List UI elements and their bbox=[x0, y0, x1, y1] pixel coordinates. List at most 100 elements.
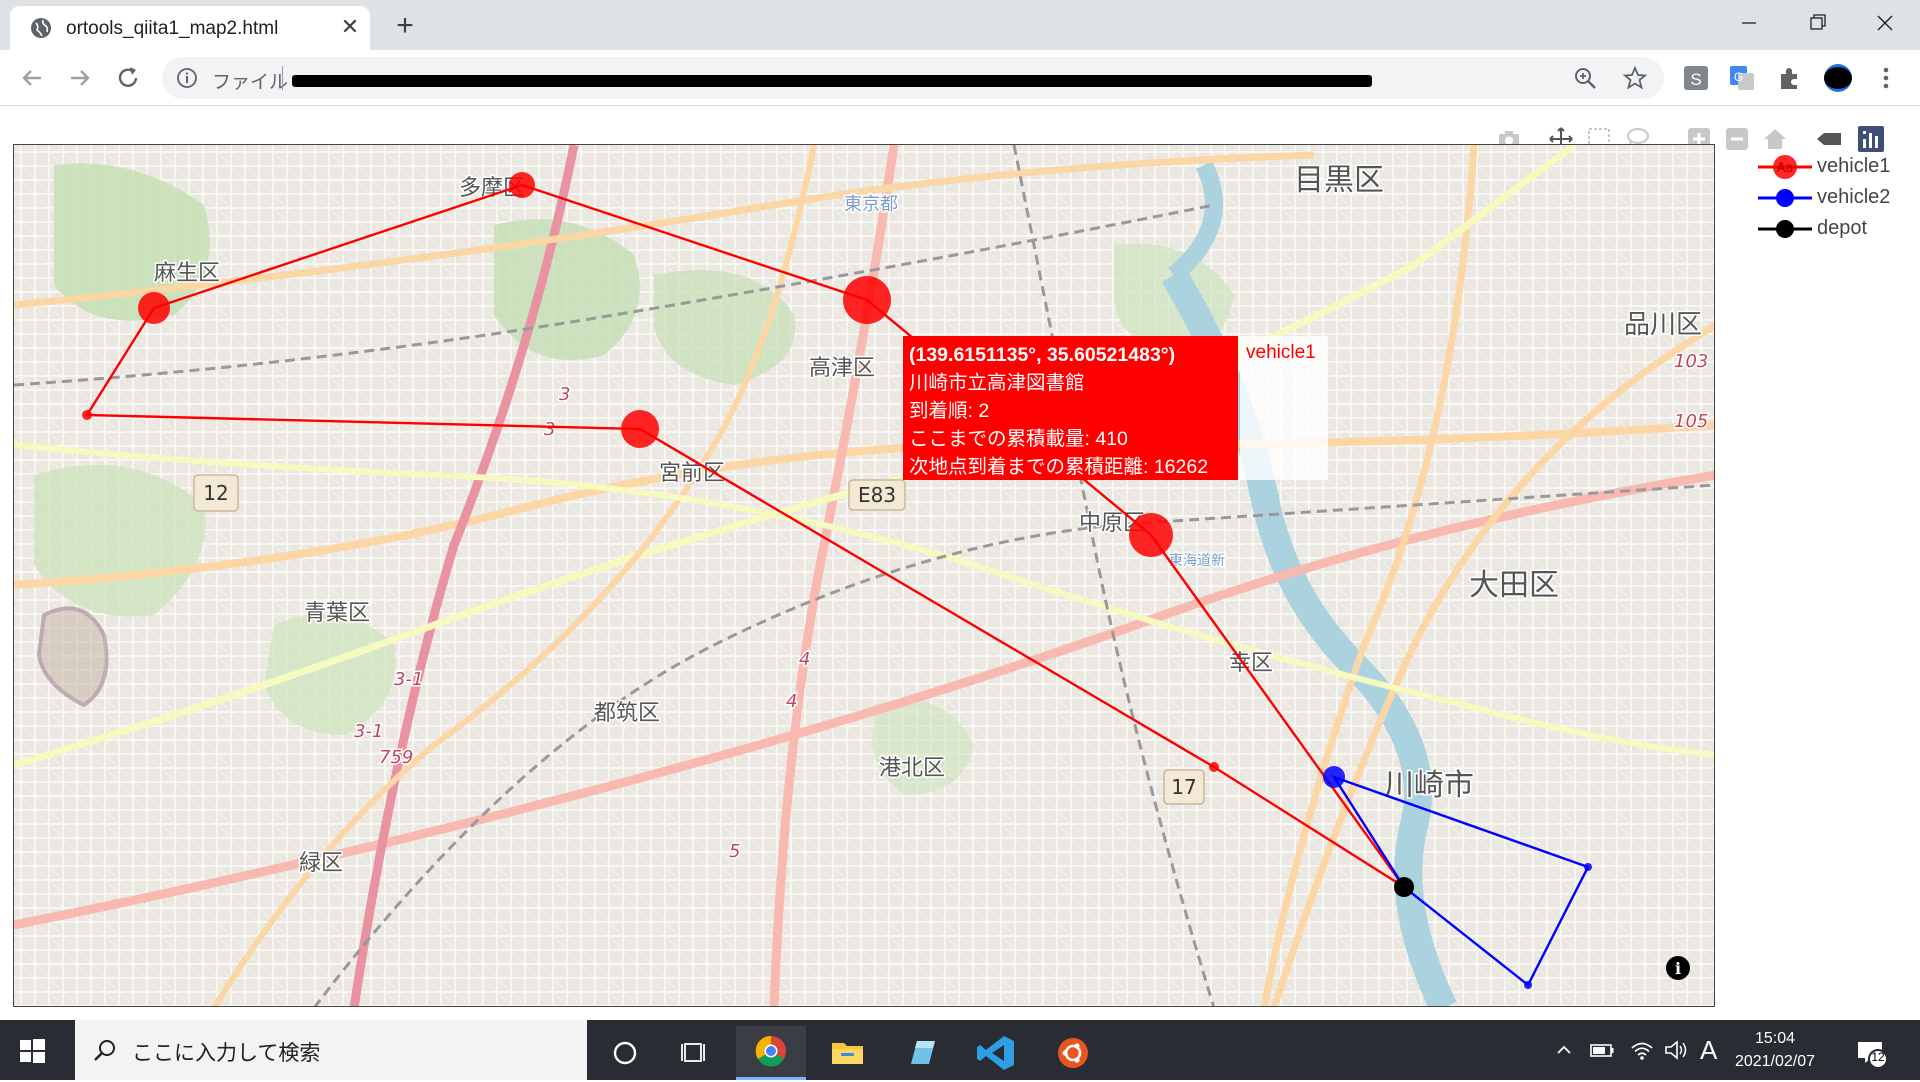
hover-trace-name: vehicle1 bbox=[1240, 336, 1328, 480]
vehicle2-stop-marker[interactable] bbox=[1584, 863, 1592, 871]
road-shield-label: E83 bbox=[858, 483, 896, 507]
plotly-logo-icon[interactable] bbox=[1857, 125, 1885, 153]
cortana-icon[interactable] bbox=[590, 1026, 660, 1080]
hover-place-name: 川崎市立高津図書館 bbox=[909, 372, 1085, 394]
place-label: 高津区 bbox=[809, 356, 875, 381]
hover-cumulative-distance: 次地点到着までの累積距離: 16262 bbox=[909, 456, 1209, 478]
hover-tooltip: (139.6151135°, 35.60521483°) 川崎市立高津図書館 到… bbox=[903, 336, 1238, 480]
home-icon[interactable] bbox=[1761, 125, 1789, 153]
map-canvas[interactable]: 目黒区品川区大田区川崎市多摩区麻生区高津区宮前区中原区青葉区都筑区幸区港北区緑区… bbox=[14, 145, 1715, 1007]
browser-tab[interactable]: ortools_qiita1_map2.html ✕ bbox=[10, 6, 370, 50]
vehicle1-stop-marker[interactable] bbox=[1129, 513, 1173, 557]
vehicle2-stop-marker[interactable] bbox=[1323, 766, 1345, 788]
legend-label: vehicle1 bbox=[1817, 155, 1891, 177]
road-number: 5 bbox=[729, 841, 740, 862]
road-shield-label: 17 bbox=[1171, 775, 1196, 799]
new-tab-button[interactable]: + bbox=[388, 10, 422, 44]
legend-item-vehicle2[interactable]: vehicle2 bbox=[1755, 182, 1915, 213]
menu-dots-icon[interactable] bbox=[1870, 62, 1902, 94]
minimize-window-button[interactable] bbox=[1726, 6, 1772, 40]
reload-icon[interactable] bbox=[112, 62, 144, 94]
place-label: 青葉区 bbox=[304, 601, 370, 626]
clock-time: 15:04 bbox=[1754, 1030, 1796, 1047]
place-label: 港北区 bbox=[879, 756, 945, 781]
vehicle1-stop-marker[interactable] bbox=[621, 410, 659, 448]
road-number: 4 bbox=[799, 649, 810, 670]
taskbar-search-box[interactable]: ここに入力して検索 bbox=[75, 1020, 587, 1080]
wifi-icon[interactable] bbox=[1628, 1036, 1656, 1064]
tab-close-button[interactable]: ✕ bbox=[336, 13, 364, 41]
vehicle1-stop-marker[interactable] bbox=[82, 410, 92, 420]
route-map[interactable]: 目黒区 品川区 大田区 川崎市 多摩区 麻生区 高津区 宮前区 中原区 青葉区 都筑区 幸区 港北区 緑区… bbox=[13, 144, 1715, 1007]
address-scheme-label: ファイル bbox=[212, 72, 289, 93]
legend-label: depot bbox=[1817, 217, 1868, 239]
road-shield: E83 bbox=[848, 479, 906, 511]
legend-item-vehicle1[interactable]: Aa vehicle1 bbox=[1755, 151, 1915, 182]
legend-marker-text: Aa bbox=[1777, 161, 1794, 176]
notification-count: 12 bbox=[1871, 1050, 1885, 1064]
file-explorer-icon[interactable] bbox=[812, 1026, 882, 1080]
windows-taskbar: ここに入力して検索 A 15:04 2021/02/07 12 bbox=[0, 1020, 1920, 1080]
globe-icon bbox=[31, 18, 51, 38]
google-translate-icon[interactable]: G bbox=[1726, 62, 1758, 94]
page-content: Aa vehicle1 vehicle2 depot 目黒区 品川区 大田区 川… bbox=[0, 107, 1920, 1019]
place-label: 緑区 bbox=[299, 851, 343, 876]
place-label: 目黒区 bbox=[1294, 163, 1384, 198]
road-number: 4 bbox=[786, 691, 797, 712]
volume-icon[interactable] bbox=[1662, 1036, 1690, 1064]
vehicle1-stop-marker[interactable] bbox=[1209, 762, 1219, 772]
close-window-button[interactable] bbox=[1862, 6, 1908, 40]
tray-overflow-chevron-icon[interactable] bbox=[1552, 1036, 1576, 1064]
taskbar-chrome[interactable] bbox=[736, 1026, 806, 1080]
chrome-icon bbox=[755, 1035, 786, 1067]
zoom-out-icon[interactable] bbox=[1723, 125, 1751, 153]
place-label: 川崎市 bbox=[1384, 768, 1474, 803]
zoom-icon[interactable] bbox=[1572, 65, 1598, 91]
vehicle1-stop-marker[interactable] bbox=[509, 172, 535, 198]
river-label: 東海道新 bbox=[1169, 553, 1225, 569]
bookmark-star-icon[interactable] bbox=[1622, 65, 1648, 91]
depot-marker[interactable] bbox=[1394, 877, 1414, 897]
browser-toolbar: ファイル S G bbox=[0, 50, 1920, 106]
vehicle2-stop-marker[interactable] bbox=[1524, 981, 1532, 989]
road-shield: 17 bbox=[1163, 769, 1205, 805]
road-number: 3-1 bbox=[394, 669, 423, 690]
forward-arrow-icon[interactable] bbox=[64, 62, 96, 94]
info-icon[interactable] bbox=[176, 67, 198, 89]
taskbar-clock[interactable]: 15:04 2021/02/07 bbox=[1730, 1027, 1820, 1073]
plot-legend: Aa vehicle1 vehicle2 depot bbox=[1755, 151, 1915, 244]
legend-item-depot[interactable]: depot bbox=[1755, 213, 1915, 244]
back-arrow-icon[interactable] bbox=[16, 62, 48, 94]
windows-start-icon[interactable] bbox=[18, 1037, 46, 1065]
map-attribution-info[interactable]: i bbox=[1666, 956, 1690, 980]
place-label: 大田区 bbox=[1469, 568, 1559, 603]
road-number: 3 bbox=[544, 419, 555, 440]
place-label: 麻生区 bbox=[154, 261, 220, 286]
restore-window-button[interactable] bbox=[1794, 6, 1840, 40]
vscode-icon[interactable] bbox=[962, 1026, 1032, 1080]
ubuntu-icon[interactable] bbox=[1038, 1026, 1108, 1080]
vehicle1-stop-marker[interactable] bbox=[843, 276, 891, 324]
avatar[interactable] bbox=[1822, 62, 1854, 94]
hover-arrival-order: 到着順: 2 bbox=[909, 400, 990, 422]
info-icon[interactable]: i bbox=[1675, 959, 1681, 978]
svg-text:S: S bbox=[1690, 70, 1701, 89]
road-shield-label: 12 bbox=[203, 481, 228, 505]
vehicle1-stop-marker[interactable] bbox=[138, 292, 170, 324]
battery-icon[interactable] bbox=[1588, 1036, 1616, 1064]
legend-label: vehicle2 bbox=[1817, 186, 1891, 208]
ime-indicator[interactable]: A bbox=[1700, 1036, 1722, 1064]
extension-s-icon[interactable]: S bbox=[1680, 62, 1712, 94]
road-number: 3 bbox=[559, 384, 570, 405]
redacted-url bbox=[292, 75, 1372, 87]
hover-toggle-icon[interactable] bbox=[1815, 125, 1843, 153]
address-bar[interactable]: ファイル bbox=[162, 57, 1664, 99]
clock-date: 2021/02/07 bbox=[1734, 1053, 1816, 1070]
road-number: 103 bbox=[1674, 351, 1708, 372]
browser-title-bar: ortools_qiita1_map2.html ✕ + bbox=[0, 0, 1920, 50]
extensions-puzzle-icon[interactable] bbox=[1774, 62, 1806, 94]
road-number: 3-1 bbox=[354, 721, 383, 742]
notification-center-button[interactable]: 12 bbox=[1855, 1036, 1888, 1069]
task-view-icon[interactable] bbox=[660, 1026, 730, 1080]
app-icon[interactable] bbox=[887, 1026, 957, 1080]
